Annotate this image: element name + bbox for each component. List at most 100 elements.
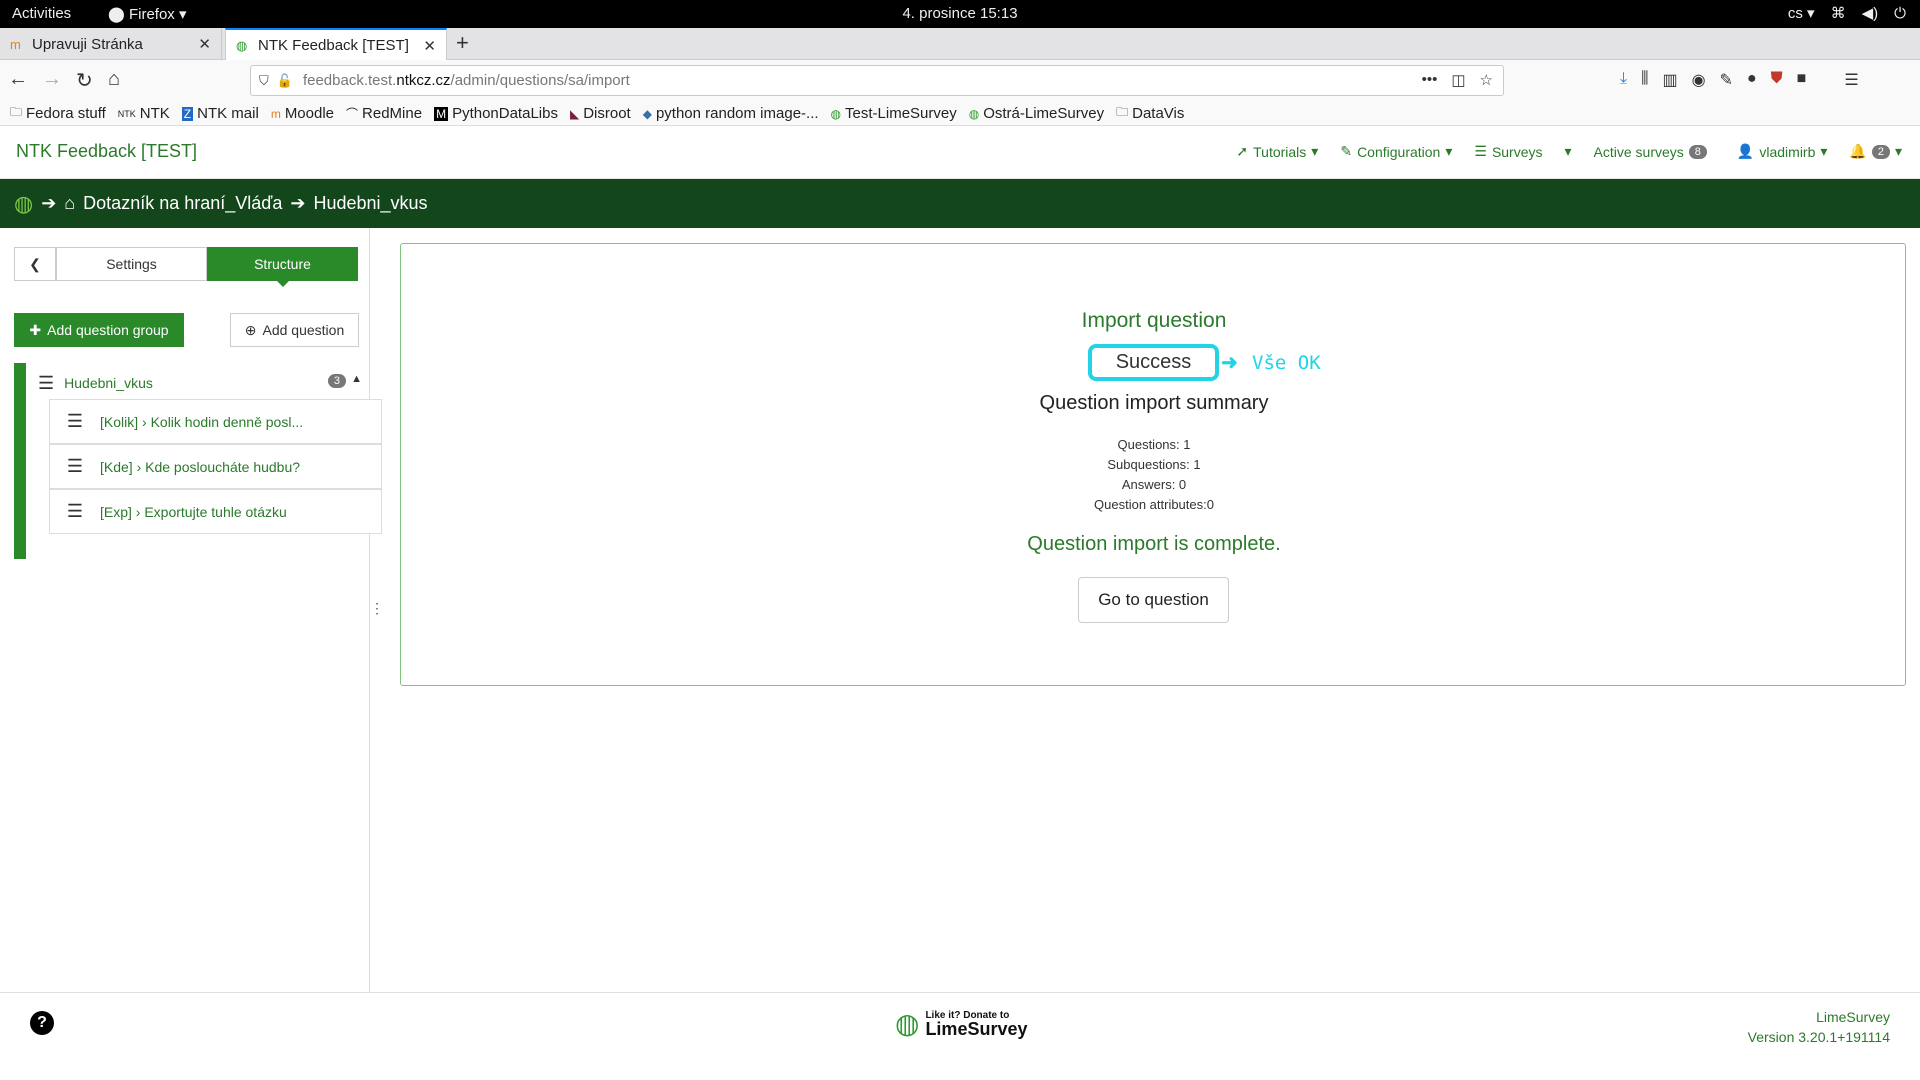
new-tab-plus-icon[interactable]: +	[456, 30, 469, 56]
page-title: Import question	[1081, 309, 1227, 332]
stat-question-attributes: Question attributes:0	[1094, 497, 1214, 512]
menu-label: vladimirb	[1759, 143, 1816, 160]
question-group-row[interactable]: ☰ Hudebni_vkus 3 ▲	[38, 371, 368, 395]
question-label[interactable]: [Kolik] › Kolik hodin denně posl...	[100, 414, 303, 430]
forward-arrow-icon[interactable]: →	[42, 68, 62, 91]
sidebar-collapse-button[interactable]: ❮	[14, 247, 56, 281]
wrench-icon: ✎	[1340, 143, 1353, 159]
bookmark-pythondatalibs[interactable]: M PythonDataLibs	[434, 105, 558, 122]
success-message: Success	[1088, 344, 1219, 381]
bookmark-disroot[interactable]: ◣ Disroot	[570, 105, 631, 122]
bookmark-python-random-image[interactable]: ◆ python random image-...	[643, 105, 819, 122]
network-icon[interactable]: ⌘	[1831, 4, 1846, 22]
drag-handle-icon[interactable]: ☰	[38, 373, 54, 394]
ublock-icon[interactable]: ⛊	[1771, 70, 1783, 90]
user-icon: 👤	[1736, 143, 1755, 159]
url-host-prefix: feedback.test.	[302, 72, 397, 89]
list-item[interactable]: ☰ [Kolik] › Kolik hodin denně posl...	[49, 399, 382, 444]
stat-answers: Answers: 0	[1121, 477, 1187, 492]
bookmark-ntk[interactable]: NTK NTK	[118, 105, 170, 122]
notification-badge: 2	[1871, 144, 1890, 159]
drag-handle-icon[interactable]: ☰	[50, 411, 100, 432]
drag-handle-icon[interactable]: ☰	[50, 456, 100, 477]
site-brand[interactable]: NTK Feedback [TEST]	[16, 141, 197, 162]
group-name[interactable]: Hudebni_vkus	[64, 375, 153, 391]
menu-tutorials[interactable]: ➚ Tutorials ▾	[1236, 143, 1318, 160]
chevron-right-icon: ➔	[41, 193, 57, 213]
tab-structure[interactable]: Structure	[207, 247, 358, 287]
surveys-dropdown-caret[interactable]: ▾	[1565, 143, 1572, 160]
summary-heading: Question import summary	[1039, 392, 1269, 414]
menu-surveys[interactable]: ☰ Surveys	[1474, 143, 1542, 160]
url-text[interactable]: feedback.test.ntkcz.cz/admin/questions/s…	[303, 72, 630, 89]
clock[interactable]: 4. prosince 15:13	[0, 5, 1920, 22]
extension-3-icon[interactable]: ■	[1797, 70, 1807, 90]
bookmark-datavis[interactable]: 🗀 DataVis	[1116, 103, 1184, 124]
button-label: Add question	[262, 322, 345, 338]
bookmark-ostra-limesurvey[interactable]: ◍ Ostrá-LimeSurvey	[969, 105, 1104, 122]
menu-hamburger-icon[interactable]: ☰	[1844, 70, 1858, 90]
bookmark-fedora-stuff[interactable]: 🗀 Fedora stuff	[10, 103, 106, 124]
bookmark-redmine[interactable]: ⌒ RedMine	[346, 105, 422, 122]
limesurvey-logo-icon[interactable]: ◍	[14, 191, 33, 217]
download-icon[interactable]: ⤓	[1620, 70, 1627, 90]
go-to-question-button[interactable]: Go to question	[1078, 577, 1229, 623]
caret-up-icon[interactable]: ▲	[351, 373, 362, 385]
bookmark-moodle[interactable]: m Moodle	[271, 105, 334, 122]
tab-settings[interactable]: Settings	[56, 247, 207, 281]
bell-icon: 🔔	[1849, 143, 1867, 159]
bookmarks-toolbar: 🗀 Fedora stuff NTK NTK Z NTK mail m Moodle ⌒…	[0, 102, 1920, 126]
add-question-button[interactable]: ⊕ Add question	[230, 313, 359, 347]
bookmark-label: python random image-...	[655, 105, 819, 122]
active-surveys-badge: 8	[1688, 144, 1707, 159]
bookmark-ntk-mail[interactable]: Z NTK mail	[181, 105, 259, 122]
tab-title: NTK Feedback [TEST]	[258, 37, 409, 54]
account-icon[interactable]: ◉	[1692, 70, 1706, 90]
list-item[interactable]: ☰ [Exp] › Exportujte tuhle otázku	[49, 489, 382, 534]
question-label[interactable]: [Kde] › Kde posloucháte hudbu?	[100, 459, 300, 475]
sidebar-icon[interactable]: ▥	[1662, 70, 1677, 90]
footer-brand-link[interactable]: LimeSurvey	[1748, 1007, 1890, 1027]
page-actions-icon[interactable]: •••	[1422, 71, 1438, 89]
tab-ntk-feedback[interactable]: ◍ NTK Feedback [TEST] ✕	[225, 28, 447, 61]
tab-upravuji[interactable]: m Upravuji Stránka ✕	[0, 28, 222, 60]
close-icon[interactable]: ✕	[423, 37, 436, 55]
volume-icon[interactable]: ◀)	[1862, 4, 1879, 22]
menu-notifications[interactable]: 🔔 2 ▾	[1849, 143, 1902, 160]
reload-icon[interactable]: ↻	[76, 68, 93, 93]
question-label[interactable]: [Exp] › Exportujte tuhle otázku	[100, 504, 287, 520]
shield-icon[interactable]: ⛉	[259, 73, 269, 89]
menu-user[interactable]: 👤 vladimirb ▾	[1737, 143, 1827, 160]
folder-icon: 🗀	[10, 105, 23, 119]
list-item[interactable]: ☰ [Kde] › Kde posloucháte hudbu?	[49, 444, 382, 489]
activities-button[interactable]: Activities	[12, 5, 71, 22]
firefox-app-menu[interactable]: ⬤ Firefox ▾	[108, 5, 187, 23]
power-icon[interactable]: ⏻	[1894, 5, 1906, 22]
donate-link[interactable]: ◍ Like it? Donate to LimeSurvey	[895, 1007, 1028, 1040]
language-indicator[interactable]: cs ▾	[1788, 4, 1815, 22]
home-icon[interactable]: ⌂	[64, 193, 75, 214]
extension-2-icon[interactable]: ●	[1747, 70, 1757, 90]
bookmark-test-limesurvey[interactable]: ◍ Test-LimeSurvey	[831, 105, 957, 122]
drag-handle-icon[interactable]: ☰	[50, 501, 100, 522]
menu-configuration[interactable]: ✎ Configuration ▾	[1340, 143, 1452, 160]
extension-1-icon[interactable]: ✎	[1720, 70, 1733, 90]
url-bar[interactable]: ⛉ 🔓 feedback.test.ntkcz.cz/admin/questio…	[250, 65, 1504, 96]
button-label: Add question group	[47, 322, 169, 338]
insecure-lock-icon[interactable]: 🔓	[277, 73, 293, 89]
close-icon[interactable]: ✕	[198, 35, 211, 53]
sidebar-resize-handle[interactable]: ⋮	[370, 600, 384, 617]
breadcrumb-group[interactable]: Hudebni_vkus	[313, 193, 427, 214]
folder-icon: 🗀	[1116, 105, 1129, 119]
bookmark-star-icon[interactable]: ☆	[1480, 71, 1493, 89]
library-icon[interactable]: ⫼	[1641, 70, 1648, 90]
add-question-group-button[interactable]: ✚ Add question group	[14, 313, 184, 347]
bookmark-label: RedMine	[362, 105, 423, 122]
home-icon[interactable]: ⌂	[108, 68, 120, 91]
menu-label: Tutorials	[1253, 143, 1307, 160]
pocket-icon[interactable]: ◫	[1451, 71, 1465, 89]
breadcrumb-survey[interactable]: Dotazník na hraní_Vláďa	[83, 193, 282, 214]
menu-active-surveys[interactable]: Active surveys 8	[1594, 144, 1707, 160]
help-icon[interactable]: ?	[30, 1011, 54, 1035]
back-arrow-icon[interactable]: ←	[8, 68, 28, 91]
